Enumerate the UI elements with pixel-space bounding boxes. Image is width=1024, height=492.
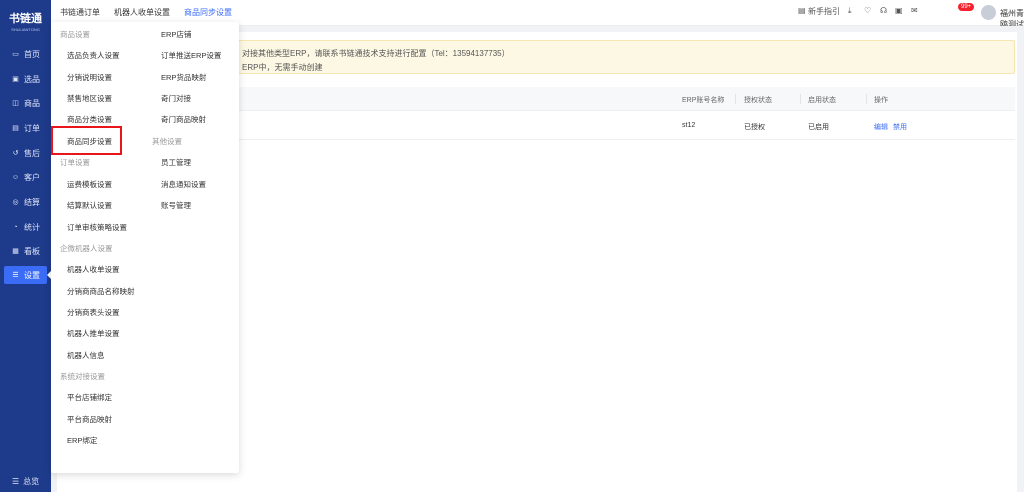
col-enable-status: 启用状态 (808, 97, 836, 104)
menu-item-account-manage[interactable]: 账号管理 (161, 200, 191, 211)
menu-header-goods: 商品设置 (60, 30, 90, 39)
menu-item-goods-category[interactable]: 商品分类设置 (67, 114, 112, 125)
tab-robot-order[interactable]: 机器人收单设置 (114, 7, 170, 18)
menu-item-freight-template[interactable]: 运费模板设置 (67, 179, 112, 190)
menu-item-order-review[interactable]: 订单审核策略设置 (67, 222, 127, 233)
sidebar: 书链通 SHULIANTONG ▭ 首页 ▣ 选品 ◫ 商品 ▤ 订单 ↺ 售后 ☺ 客户 … (0, 0, 51, 492)
disable-link[interactable]: 禁用 (893, 122, 907, 132)
menu-item-selector-owner[interactable]: 选品负责人设置 (67, 50, 120, 61)
nav-label: 选品 (24, 74, 40, 84)
heart-icon[interactable]: ♡ (864, 6, 871, 15)
download-icon[interactable]: ⤓ (848, 6, 852, 16)
avatar[interactable] (981, 5, 996, 20)
menu-item-platform-goods-map[interactable]: 平台商品映射 (67, 414, 112, 425)
nav-label: 商品 (24, 98, 40, 108)
menu-item-erp-goods-map[interactable]: ERP货品映射 (161, 72, 206, 83)
menu-item-distributor-name-map[interactable]: 分销商商品名称映射 (67, 286, 135, 297)
customer-icon: ☺ (11, 173, 20, 181)
nav-label: 首页 (24, 49, 40, 59)
menu-item-order-push-erp[interactable]: 订单推送ERP设置 (161, 50, 221, 61)
menu-item-qimen[interactable]: 奇门对接 (161, 93, 191, 104)
menu-item-qimen-goods-map[interactable]: 奇门商品映射 (161, 114, 206, 125)
order-icon: ▤ (12, 125, 19, 132)
menu-item-banned-region[interactable]: 禁售地区设置 (67, 93, 112, 104)
menu-item-erp-bind[interactable]: ERP绑定 (67, 435, 97, 446)
selection-highlight (51, 126, 122, 155)
menu-item-distributor-header[interactable]: 分销商表头设置 (67, 307, 120, 318)
col-divider (866, 94, 867, 104)
nav-label: 订单 (24, 123, 40, 133)
monitor-icon: ▭ (12, 51, 19, 58)
stats-icon: ◔ (13, 223, 18, 231)
nav-label: 看板 (24, 246, 40, 256)
nav-item-goods[interactable]: ◫ 商品 (4, 94, 47, 112)
menu-item-erp-store[interactable]: ERP店铺 (161, 29, 191, 40)
menu-item-staff[interactable]: 员工管理 (161, 157, 191, 168)
nav-overview[interactable]: ☰ 总览 (4, 474, 47, 488)
menu-item-settlement-default[interactable]: 结算默认设置 (67, 200, 112, 211)
logo-title: 书链通 (9, 13, 42, 25)
nav-item-stats[interactable]: ◔ 统计 (4, 218, 47, 236)
logo-subtitle: SHULIANTONG (11, 27, 40, 32)
tab-orders[interactable]: 书链通订单 (60, 7, 100, 18)
col-auth-status: 授权状态 (744, 97, 772, 104)
notification-badge: 99+ (958, 3, 975, 11)
select-icon: ▣ (12, 76, 19, 83)
settings-icon: ☰ (12, 272, 19, 279)
alert-line-1: 对接其他类型ERP，请联系书链通技术支持进行配置（Tel：13594137735… (242, 49, 510, 58)
nav-label: 设置 (24, 270, 40, 280)
nav-label: 客户 (24, 172, 40, 182)
tab-goods-sync[interactable]: 商品同步设置 (184, 7, 232, 18)
headset-icon[interactable]: ☊ (880, 6, 887, 15)
message-icon[interactable]: ✉ (911, 6, 918, 15)
alert-line-2: ERP中，无需手动创建 (242, 63, 323, 72)
menu-header-system: 系统对接设置 (60, 372, 105, 381)
nav-label: 售后 (24, 148, 40, 158)
goods-icon: ◫ (12, 100, 19, 107)
board-icon: ▦ (12, 248, 19, 255)
guide-link[interactable]: 新手指引 (808, 6, 840, 17)
nav-item-select[interactable]: ▣ 选品 (4, 70, 47, 88)
menu-item-robot-push[interactable]: 机器人推单设置 (67, 328, 120, 339)
menu-item-notification[interactable]: 消息通知设置 (161, 179, 206, 190)
cell-account: st12 (682, 122, 696, 129)
col-erp-account: ERP账号名称 (682, 97, 725, 104)
col-divider (735, 94, 736, 104)
nav-label: 统计 (24, 222, 40, 232)
edit-link[interactable]: 编辑 (874, 122, 888, 132)
nav-item-after-sale[interactable]: ↺ 售后 (4, 144, 47, 162)
menu-item-robot-receive[interactable]: 机器人收单设置 (67, 264, 120, 275)
col-divider (800, 94, 801, 104)
menu-header-order: 订单设置 (60, 158, 90, 167)
menu-item-robot-info[interactable]: 机器人信息 (67, 350, 105, 361)
cell-auth: 已授权 (744, 124, 765, 131)
notice-icon[interactable]: ▣ (895, 6, 903, 15)
app-logo[interactable]: 书链通 SHULIANTONG (0, 0, 51, 38)
nav-item-customer[interactable]: ☺ 客户 (4, 168, 47, 186)
menu-icon: ☰ (12, 476, 20, 486)
cell-enabled: 已启用 (808, 124, 829, 131)
nav-item-board[interactable]: ▦ 看板 (4, 242, 47, 260)
nav-item-home[interactable]: ▭ 首页 (4, 45, 47, 63)
col-actions: 操作 (874, 97, 888, 104)
menu-header-wecom-robot: 企微机器人设置 (60, 244, 113, 253)
settings-dropdown-menu: 商品设置 选品负责人设置 分销说明设置 禁售地区设置 商品分类设置 商品同步设置… (51, 22, 239, 473)
nav-item-settlement[interactable]: ◎ 结算 (4, 193, 47, 211)
menu-item-platform-store[interactable]: 平台店铺绑定 (67, 392, 112, 403)
after-sale-icon: ↺ (12, 150, 19, 157)
nav-item-order[interactable]: ▤ 订单 (4, 119, 47, 137)
nav-item-settings[interactable]: ☰ 设置 (4, 266, 47, 284)
settlement-icon: ◎ (12, 199, 19, 206)
guide-icon[interactable]: ▤ (798, 6, 806, 15)
nav-label: 结算 (24, 197, 40, 207)
overview-label: 总览 (23, 476, 40, 486)
menu-item-distribution-desc[interactable]: 分销说明设置 (67, 72, 112, 83)
menu-header-other: 其他设置 (152, 137, 182, 146)
